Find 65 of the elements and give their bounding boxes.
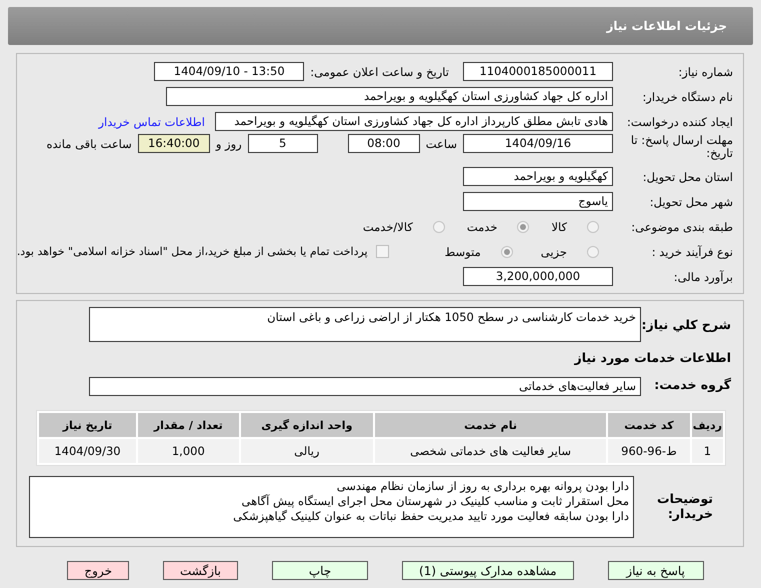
field-label: شهر محل تحویل: xyxy=(648,194,734,208)
note-line: دارا بودن پروانه بهره برداری به روز از سازمان نظام مهندسی xyxy=(336,479,629,494)
service-group-field: سایر فعالیت‌های خدماتی xyxy=(89,377,641,396)
column-header: ردیف xyxy=(692,413,723,437)
field-label: توضیحات خریدار: xyxy=(656,490,714,521)
radio-option[interactable]: کالا/خدمت xyxy=(362,220,445,234)
table-cell: ریالی xyxy=(240,439,373,463)
field-label: گروه خدمت: xyxy=(653,377,731,392)
note-line: دارا بودن سابقه فعالیت مورد تایید مدیریت حفظ نباتات به عنوان کلینیک گیاهپزشکی xyxy=(232,509,629,524)
checkbox-label: پرداخت تمام یا بخشی از مبلغ خرید،از محل "اسناد خزانه اسلامی" خواهد بود. xyxy=(16,245,368,258)
remaining-time-field: 16:40:00 xyxy=(138,134,210,153)
creator-field: هادی تابش مطلق کارپرداز اداره کل جهاد کشاورزی استان کهگیلویه و بویراحمد xyxy=(215,112,613,131)
section-title: اطلاعات خدمات مورد نیاز xyxy=(573,350,731,365)
page-title: جزئیات اطلاعات نیاز xyxy=(606,19,727,33)
action-button[interactable]: مشاهده مدارک پیوستی (1) xyxy=(402,561,574,580)
radio-icon[interactable] xyxy=(517,220,530,232)
announce-date-field: 1404/09/10 - 13:50 xyxy=(154,62,304,81)
checkbox[interactable] xyxy=(376,245,389,258)
column-header: تاریخ نیاز xyxy=(39,413,136,437)
action-button[interactable]: چاپ xyxy=(272,561,368,580)
action-button[interactable]: پاسخ به نیاز xyxy=(608,561,704,580)
field-label: تاریخ و ساعت اعلان عمومی: xyxy=(310,64,449,78)
table-cell: 1 xyxy=(692,439,723,463)
radio-icon[interactable] xyxy=(587,246,599,258)
radio-option[interactable]: کالا xyxy=(551,220,599,234)
radio-option[interactable]: متوسط xyxy=(444,244,513,258)
action-button[interactable]: بازگشت xyxy=(163,561,238,580)
radio-icon[interactable] xyxy=(432,220,445,232)
field-label: شماره نیاز: xyxy=(677,64,734,78)
note-line: محل استقرار ثابت و مناسب کلینیک در شهرستان محل اجرای ایستگاه پیش آگاهی xyxy=(240,494,629,509)
field-label: ساعت xyxy=(426,136,457,151)
table-cell: سایر فعالیت های خدماتی شخصی xyxy=(374,439,606,463)
field-label: طبقه بندی موضوعی: xyxy=(630,220,734,234)
field-label: برآورد مالی: xyxy=(672,270,734,284)
field-label: روز و xyxy=(216,136,242,151)
summary-textarea[interactable]: خرید خدمات کارشناسی در سطح 1050 هکتار از اراضی زراعی و باغی استان xyxy=(89,307,641,342)
action-button[interactable]: خروج xyxy=(67,561,129,580)
buyer-field: اداره کل جهاد کشاورزی استان کهگیلویه و بویراحمد xyxy=(166,87,613,106)
radio-option[interactable]: خدمت xyxy=(466,220,530,234)
notes-textarea[interactable] xyxy=(29,476,634,538)
table-cell: ط-96-960 xyxy=(608,439,690,463)
column-header: واحد اندازه گیری xyxy=(240,413,373,437)
column-header: نام خدمت xyxy=(374,413,606,437)
buyer-contact-link[interactable]: اطلاعات تماس خریدار xyxy=(98,114,205,128)
province-field: کهگیلویه و بویراحمد xyxy=(463,167,613,186)
radio-icon[interactable] xyxy=(587,220,599,232)
column-header: کد خدمت xyxy=(608,413,690,437)
field-label: ایجاد کننده درخواست: xyxy=(626,114,734,128)
field-label: ساعت باقی مانده xyxy=(46,136,132,151)
column-header: تعداد / مقدار xyxy=(138,413,239,437)
field-label: مهلت ارسال پاسخ: تا تاریخ: xyxy=(630,134,734,160)
field-label: شرح كلي نياز: xyxy=(641,316,731,332)
budget-field: 3,200,000,000 xyxy=(463,267,613,286)
field-label: نام دستگاه خریدار: xyxy=(641,90,734,104)
deadline-time-field: 08:00 xyxy=(348,134,420,153)
radio-option[interactable]: جزیی xyxy=(540,244,599,258)
city-field: یاسوج xyxy=(463,192,613,211)
field-label: نوع فرآیند خرید : xyxy=(650,244,734,258)
table-cell: 1404/09/30 xyxy=(39,439,136,463)
radio-icon[interactable] xyxy=(500,246,513,258)
days-field: 5 xyxy=(248,134,318,153)
need-number-field: 1104000185000011 xyxy=(463,62,613,81)
deadline-date-field: 1404/09/16 xyxy=(463,134,613,153)
field-label: استان محل تحویل: xyxy=(642,170,734,184)
table-cell: 1,000 xyxy=(138,439,239,463)
